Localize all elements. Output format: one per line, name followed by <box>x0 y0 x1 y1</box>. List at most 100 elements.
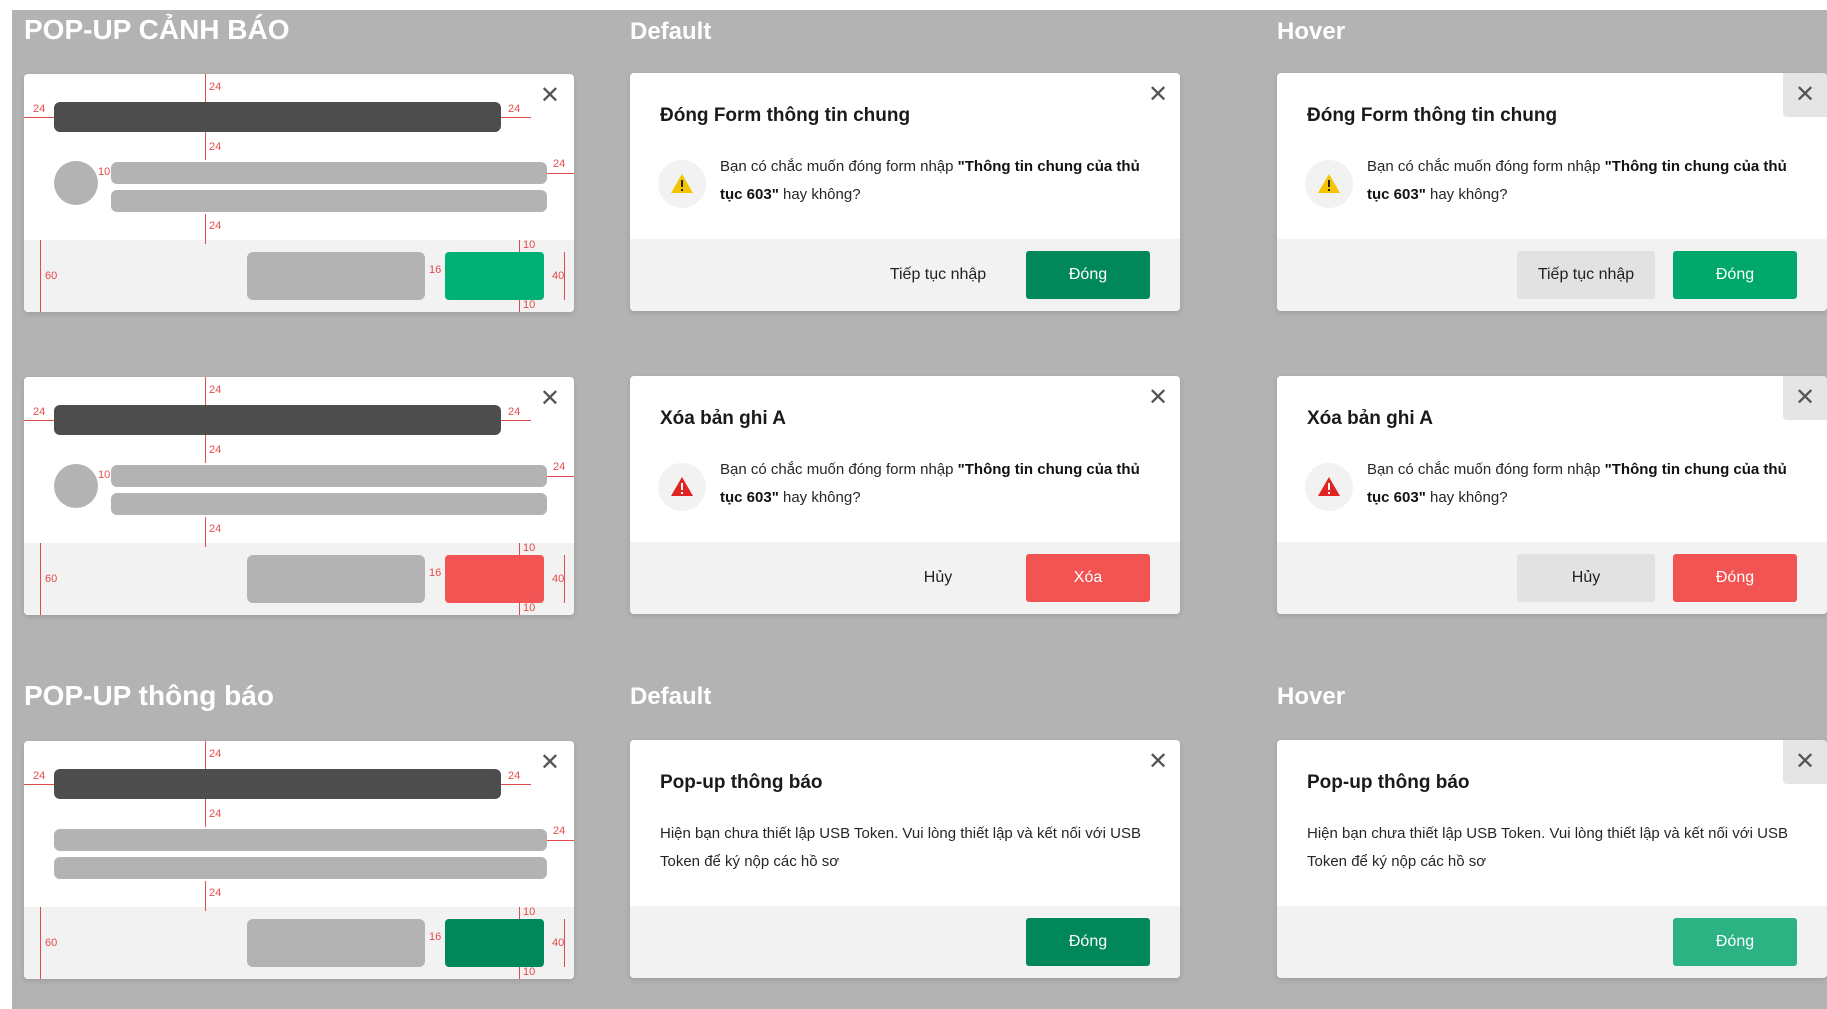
spec-title-bar <box>54 769 501 799</box>
close-button[interactable]: ✕ <box>1783 740 1827 784</box>
dialog-message: Hiện bạn chưa thiết lập USB Token. Vui l… <box>1307 825 1788 870</box>
warning-icon-wrap <box>1305 160 1353 208</box>
canvas: POP-UP CẢNH BÁO Default Hover POP-UP thô… <box>0 0 1827 1009</box>
delete-dialog-default: Xóa bản ghi A ✕ Bạn có chắc muốn đóng fo… <box>630 376 1180 614</box>
measure-line <box>205 741 206 769</box>
dialog-title: Pop-up thông báo <box>1307 772 1470 793</box>
message-text: Bạn có chắc muốn đóng form nhập <box>1367 158 1605 175</box>
measure-line <box>501 784 531 785</box>
close-form-dialog-default: Đóng Form thông tin chung ✕ Bạn có chắc … <box>630 73 1180 311</box>
close-icon: ✕ <box>1147 748 1169 775</box>
measure-footer-height: 60 <box>45 937 58 949</box>
close-icon: ✕ <box>1147 384 1169 411</box>
measure-line <box>501 420 531 421</box>
message-text: hay không? <box>778 489 861 506</box>
notice-dialog-default: Pop-up thông báo ✕ Hiện bạn chưa thiết l… <box>630 740 1180 978</box>
measure-line <box>519 967 520 979</box>
measure-right: 24 <box>508 770 521 782</box>
measure-footer-top: 10 <box>523 239 536 251</box>
notice-dialog-hover: Pop-up thông báo ✕ Hiện bạn chưa thiết l… <box>1277 740 1827 978</box>
dialog-message: Bạn có chắc muốn đóng form nhập "Thông t… <box>720 153 1150 209</box>
spec-text-line <box>54 829 547 851</box>
close-icon: ✕ <box>1794 384 1816 411</box>
measure-gap-title: 24 <box>209 444 222 456</box>
measure-footer-bottom: 10 <box>523 966 536 978</box>
measure-button-gap: 16 <box>429 567 442 579</box>
measure-line <box>24 784 54 785</box>
close-button[interactable]: ✕ <box>1136 376 1180 420</box>
danger-triangle-icon <box>1318 477 1340 496</box>
cancel-button[interactable]: Hủy <box>833 554 1043 602</box>
measure-line <box>519 300 520 312</box>
close-confirm-button[interactable]: Đóng <box>1673 918 1797 966</box>
dialog-title: Xóa bản ghi A <box>1307 408 1433 429</box>
measure-button-gap: 16 <box>429 264 442 276</box>
measure-line <box>205 214 206 244</box>
measure-footer-bottom: 10 <box>523 602 536 614</box>
close-icon: ✕ <box>539 749 560 776</box>
measure-content-bottom: 24 <box>209 220 222 232</box>
continue-editing-button[interactable]: Tiếp tục nhập <box>1517 251 1655 299</box>
measure-footer-height: 60 <box>45 270 58 282</box>
measure-button-height: 40 <box>552 937 565 949</box>
spec-title-bar <box>54 102 501 132</box>
measure-line <box>547 173 574 174</box>
warning-triangle-icon <box>671 174 693 193</box>
measure-line <box>547 840 574 841</box>
close-button[interactable]: ✕ <box>1783 376 1827 420</box>
continue-editing-button[interactable]: Tiếp tục nhập <box>833 251 1043 299</box>
dialog-title: Xóa bản ghi A <box>660 408 786 429</box>
measure-line <box>519 240 520 252</box>
spec-text-line <box>111 465 547 487</box>
danger-icon-wrap <box>658 463 706 511</box>
measure-line <box>205 435 206 463</box>
spec-text-line <box>54 857 547 879</box>
measure-line <box>40 240 41 312</box>
measure-line <box>519 543 520 555</box>
spec-card-danger: ✕ 24 24 24 24 24 10 24 60 16 40 10 10 <box>24 377 574 615</box>
danger-icon-wrap <box>1305 463 1353 511</box>
measure-content-bottom: 24 <box>209 887 222 899</box>
dialog-message: Bạn có chắc muốn đóng form nhập "Thông t… <box>720 456 1150 512</box>
message-text: hay không? <box>1425 186 1508 203</box>
message-text: Bạn có chắc muốn đóng form nhập <box>1367 461 1605 478</box>
cancel-button[interactable]: Hủy <box>1517 554 1655 602</box>
measure-left: 24 <box>33 406 46 418</box>
message-text: Bạn có chắc muốn đóng form nhập <box>720 461 958 478</box>
measure-line <box>547 476 574 477</box>
warning-triangle-icon <box>1318 174 1340 193</box>
delete-dialog-hover: Xóa bản ghi A ✕ Bạn có chắc muốn đóng fo… <box>1277 376 1827 614</box>
spec-primary-button <box>445 919 544 967</box>
measure-button-height: 40 <box>552 270 565 282</box>
warning-popup-heading: POP-UP CẢNH BÁO <box>24 14 290 45</box>
close-button[interactable]: ✕ <box>1783 73 1827 117</box>
close-confirm-button[interactable]: Đóng <box>1026 918 1150 966</box>
spec-secondary-button <box>247 252 425 300</box>
spec-card-warning: ✕ 24 24 24 24 24 10 24 60 16 40 10 10 <box>24 74 574 312</box>
dialog-message: Bạn có chắc muốn đóng form nhập "Thông t… <box>1367 153 1797 209</box>
measure-footer-top: 10 <box>523 906 536 918</box>
delete-button[interactable]: Xóa <box>1026 554 1150 602</box>
measure-right: 24 <box>508 406 521 418</box>
close-confirm-button[interactable]: Đóng <box>1673 251 1797 299</box>
message-text: Bạn có chắc muốn đóng form nhập <box>720 158 958 175</box>
spec-secondary-button <box>247 555 425 603</box>
message-text: hay không? <box>1425 489 1508 506</box>
measure-line <box>24 420 54 421</box>
close-confirm-button[interactable]: Đóng <box>1026 251 1150 299</box>
measure-line <box>205 74 206 102</box>
measure-footer-bottom: 10 <box>523 299 536 311</box>
spec-icon-placeholder <box>54 464 98 508</box>
measure-icon-gap: 10 <box>98 166 111 178</box>
measure-line <box>205 517 206 547</box>
measure-footer-top: 10 <box>523 542 536 554</box>
close-button[interactable]: ✕ <box>1136 73 1180 117</box>
measure-content-right: 24 <box>553 158 566 170</box>
measure-line <box>205 799 206 827</box>
dialog-title: Đóng Form thông tin chung <box>660 105 911 126</box>
measure-top: 24 <box>209 81 222 93</box>
close-confirm-button[interactable]: Đóng <box>1673 554 1797 602</box>
notice-popup-heading: POP-UP thông báo <box>24 680 274 711</box>
measure-gap-title: 24 <box>209 141 222 153</box>
close-button[interactable]: ✕ <box>1136 740 1180 784</box>
